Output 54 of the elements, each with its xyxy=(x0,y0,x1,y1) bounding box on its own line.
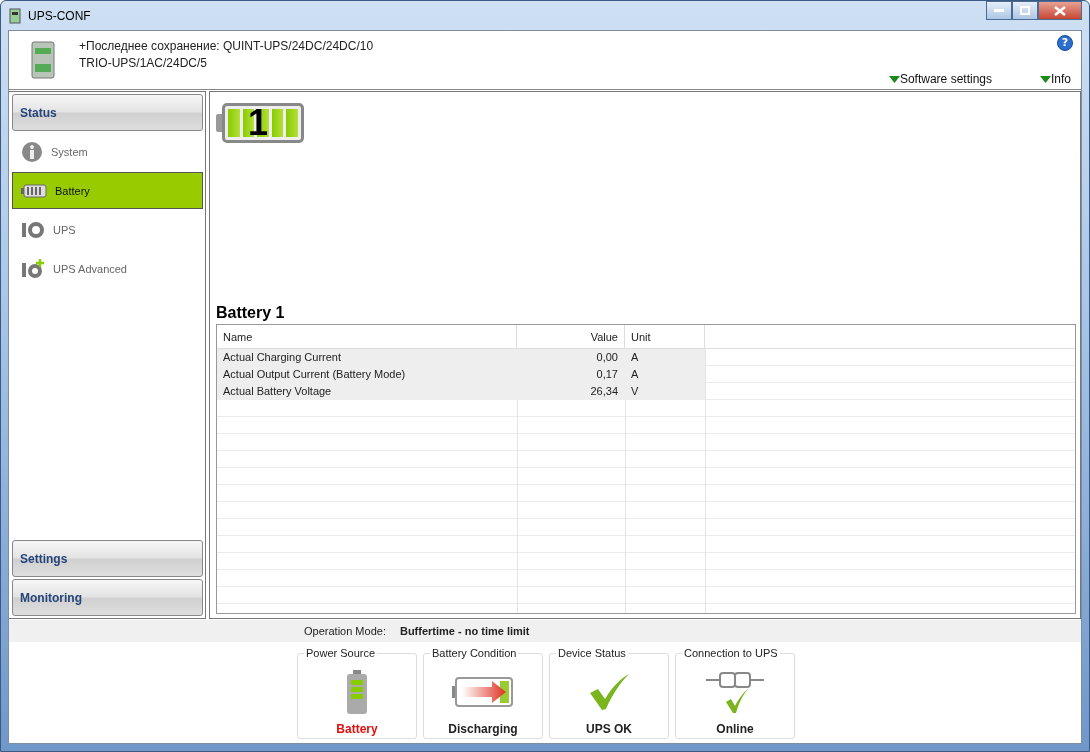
battery-discharging-icon xyxy=(452,676,514,708)
table-cell: Actual Charging Current xyxy=(217,349,517,366)
iq-plus-icon xyxy=(21,258,45,279)
card-title: Power Source xyxy=(304,647,378,659)
card-status-value: UPS OK xyxy=(586,722,632,736)
card-title: Device Status xyxy=(556,647,628,659)
table-cell: V xyxy=(625,383,705,400)
iq-icon xyxy=(21,219,45,240)
sidebar-item[interactable]: UPS Advanced xyxy=(12,250,203,287)
table-cell: 0,17 xyxy=(517,366,625,383)
table-cell: Actual Output Current (Battery Mode) xyxy=(217,366,517,383)
card-title: Battery Condition xyxy=(430,647,519,659)
minimize-icon xyxy=(994,8,1004,13)
card-status-value: Battery xyxy=(336,722,378,736)
battery-icon xyxy=(21,183,47,198)
device-label: +Последнее сохранение: QUINT-UPS/24DC/24DC/10 xyxy=(79,39,374,54)
maximize-button[interactable] xyxy=(1012,1,1038,20)
device-label: TRIO-UPS/1AC/24DC/5 xyxy=(79,56,209,71)
table-cell: A xyxy=(625,349,705,366)
table-cell: 0,00 xyxy=(517,349,625,366)
minimize-button[interactable] xyxy=(986,1,1012,20)
operation-mode-value: Buffertime - no time limit xyxy=(399,625,530,637)
close-icon xyxy=(1054,5,1066,16)
card-status-value: Discharging xyxy=(448,722,518,736)
close-button[interactable] xyxy=(1038,1,1082,20)
sidebar-item[interactable]: UPS xyxy=(12,211,203,248)
connection-check-icon xyxy=(706,670,764,714)
battery-icon xyxy=(346,670,368,714)
column-header[interactable]: Value xyxy=(517,325,625,348)
info-icon xyxy=(21,140,43,163)
panel-title: Battery 1 xyxy=(216,304,286,322)
maximize-icon xyxy=(1020,6,1030,15)
sidebar-item[interactable]: System xyxy=(12,133,203,170)
column-header[interactable]: Unit xyxy=(625,325,705,348)
operation-mode-label: Operation Mode: xyxy=(304,625,386,637)
card-status-value: Online xyxy=(716,722,754,736)
sidebar-section[interactable]: Settings xyxy=(12,540,203,577)
table-cell: Actual Battery Voltage xyxy=(217,383,517,400)
column-header[interactable]: Name xyxy=(217,325,517,348)
sidebar-item[interactable]: Battery xyxy=(12,172,203,209)
table-cell: 26,34 xyxy=(517,383,625,400)
caret-icon xyxy=(888,75,900,83)
sidebar-section[interactable]: Monitoring xyxy=(12,579,203,616)
sidebar-section[interactable]: Status xyxy=(12,94,203,131)
card-title: Connection to UPS xyxy=(682,647,780,659)
dropdown-link[interactable]: Software settings xyxy=(888,72,992,86)
window-title: UPS-CONF xyxy=(28,8,91,23)
checkmark-icon xyxy=(588,673,630,711)
app-icon xyxy=(8,7,22,24)
device-icon xyxy=(31,40,55,80)
dropdown-link[interactable]: Info xyxy=(1040,72,1071,86)
caret-icon xyxy=(1040,75,1051,83)
help-button[interactable]: ? xyxy=(1057,35,1073,51)
table-cell: A xyxy=(625,366,705,383)
